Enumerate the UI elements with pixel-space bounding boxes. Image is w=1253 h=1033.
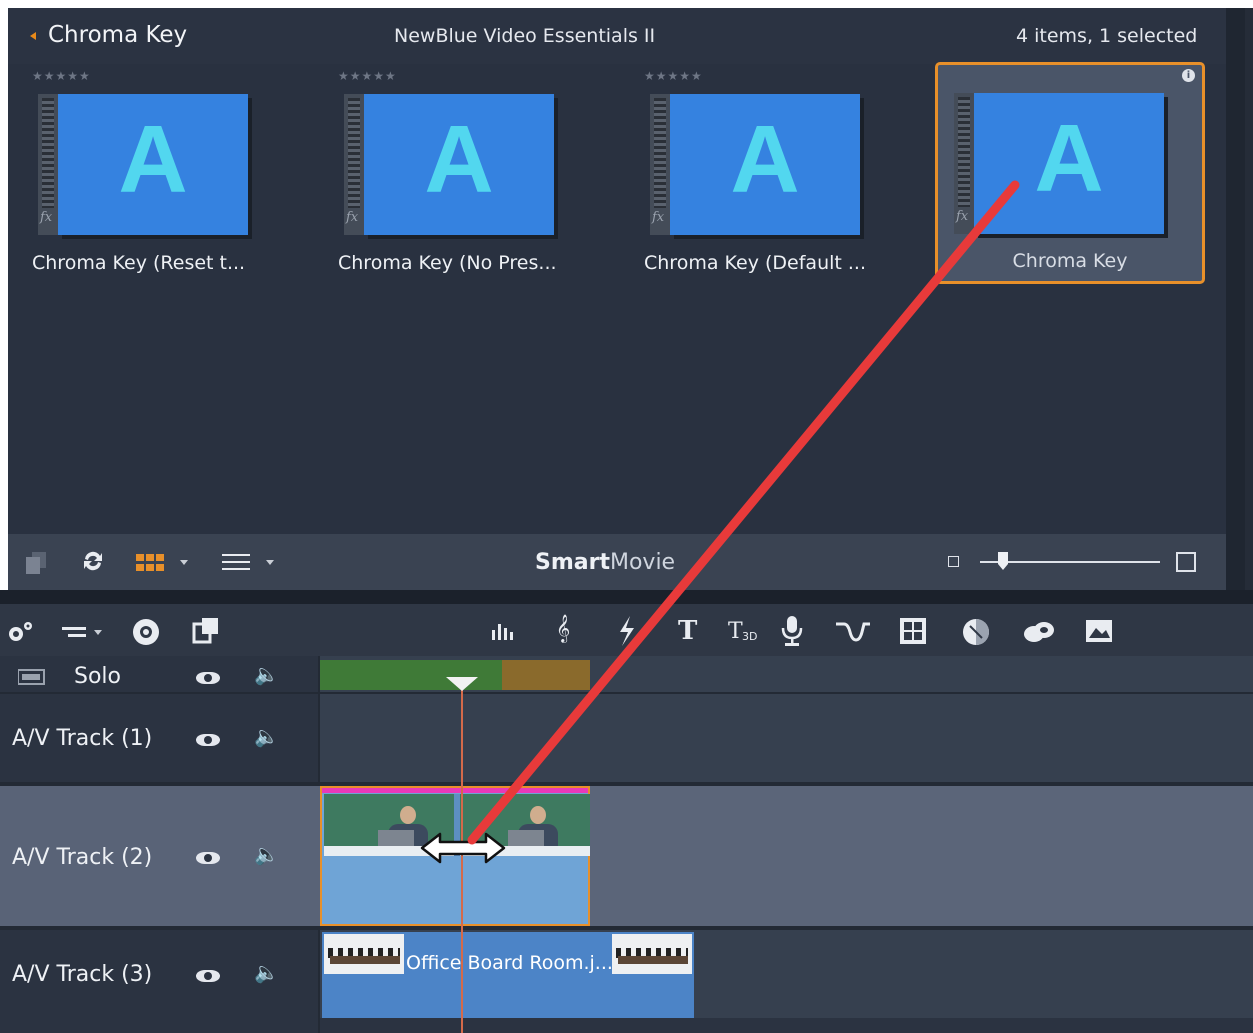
filmstrip-icon: fx	[954, 93, 974, 234]
sync-icon[interactable]	[80, 548, 106, 574]
track-options-icon[interactable]	[62, 624, 102, 640]
overlay-icon[interactable]	[192, 616, 220, 644]
library-title[interactable]: Chroma Key	[48, 22, 187, 48]
fx-icon: fx	[956, 209, 969, 224]
library-item[interactable]: ★★★★★ fx A Chroma Key (No Pres...	[316, 64, 586, 286]
library-item-selected[interactable]: i fx A Chroma Key	[935, 62, 1205, 284]
timeline-toolbar: 𝄞 T T 3D	[0, 604, 1253, 656]
svg-text:3D: 3D	[742, 630, 757, 643]
clip-thumbnail	[612, 934, 692, 974]
fx-icon: fx	[652, 210, 665, 225]
smartmovie-light: Movie	[609, 550, 676, 575]
grid-view-icon[interactable]	[136, 554, 166, 572]
effect-thumbnail: A	[670, 94, 860, 235]
playhead-marker[interactable]	[446, 677, 478, 691]
library-item[interactable]: ★★★★★ fx A Chroma Key (Reset t...	[10, 64, 280, 286]
list-view-icon[interactable]	[222, 552, 250, 572]
effect-thumbnail: A	[58, 94, 248, 235]
zoom-small-icon[interactable]	[948, 556, 959, 567]
zoom-large-icon[interactable]	[1176, 552, 1196, 572]
effect-thumbnail: A	[974, 93, 1164, 234]
eye-icon[interactable]	[196, 852, 220, 864]
music-icon[interactable]: 𝄞	[556, 614, 570, 642]
library-header: Chroma Key NewBlue Video Essentials II 4…	[8, 8, 1226, 64]
settings-icon[interactable]	[6, 620, 34, 644]
thumbnail-letter: A	[424, 106, 494, 213]
resize-cursor-icon	[420, 830, 506, 866]
split-icon[interactable]	[616, 616, 638, 646]
audio-levels-icon[interactable]	[490, 622, 520, 640]
library-toolbar: SmartMovie	[8, 534, 1226, 590]
library-item-label: Chroma Key (Reset t...	[32, 252, 246, 274]
speaker-icon[interactable]: 🔈	[254, 724, 279, 748]
fx-icon: fx	[346, 210, 359, 225]
panel-divider[interactable]	[0, 590, 1253, 604]
image-clip[interactable]: Office Board Room.j...	[322, 932, 694, 1018]
track-label[interactable]: A/V Track (3)	[12, 962, 152, 987]
rating-stars[interactable]: ★★★★★	[32, 69, 91, 83]
library-item-label: Chroma Key (Default ...	[644, 252, 866, 274]
microphone-icon[interactable]	[780, 616, 804, 646]
record-icon[interactable]	[132, 618, 160, 646]
speaker-icon[interactable]: 🔈	[254, 662, 279, 686]
thumbnail-letter: A	[118, 106, 188, 213]
transition-icon[interactable]	[836, 622, 870, 642]
library-scrollbar[interactable]	[1226, 8, 1245, 602]
image-icon[interactable]	[1086, 618, 1114, 644]
collapse-arrow-icon[interactable]	[30, 32, 36, 40]
eye-icon[interactable]	[196, 734, 220, 746]
library-item-label: Chroma Key	[1012, 250, 1128, 272]
duplicate-icon[interactable]	[26, 552, 46, 574]
panel-edge	[1245, 8, 1253, 602]
track-bottom	[0, 1018, 1253, 1033]
track-label[interactable]: A/V Track (2)	[12, 845, 152, 870]
chevron-down-icon[interactable]	[180, 560, 188, 565]
clip-label: Office Board Room.j...	[406, 952, 613, 974]
svg-text:T: T	[728, 619, 743, 644]
track-separator	[0, 692, 1253, 694]
thumbnail-letter: A	[730, 106, 800, 213]
filmstrip-icon: fx	[344, 94, 364, 235]
speaker-icon[interactable]: 🔈	[254, 960, 279, 984]
library-panel: Chroma Key NewBlue Video Essentials II 4…	[8, 8, 1226, 590]
track-label[interactable]: A/V Track (1)	[12, 726, 152, 751]
eye-icon[interactable]	[196, 672, 220, 684]
track-separator	[0, 926, 1253, 930]
zoom-slider-handle[interactable]	[998, 552, 1008, 570]
info-icon[interactable]: i	[1182, 69, 1195, 82]
clip-effect-bar	[322, 788, 588, 793]
filmstrip-icon: fx	[650, 94, 670, 235]
title-alt-icon[interactable]: T 3D	[728, 618, 762, 644]
clip-thumbnail	[324, 934, 404, 974]
library-item-count: 4 items, 1 selected	[1016, 25, 1198, 47]
timeline-ruler-range[interactable]	[502, 660, 590, 690]
speaker-icon[interactable]: 🔈	[254, 842, 279, 866]
rating-stars[interactable]: ★★★★★	[644, 69, 703, 83]
library-category: NewBlue Video Essentials II	[394, 25, 656, 47]
effect-thumbnail: A	[364, 94, 554, 235]
title-icon[interactable]: T	[678, 616, 697, 646]
library-item[interactable]: ★★★★★ fx A Chroma Key (Default ...	[622, 64, 892, 286]
effects-icon[interactable]	[1022, 620, 1056, 644]
rating-stars[interactable]: ★★★★★	[338, 69, 397, 83]
thumbnail-letter: A	[1034, 105, 1104, 212]
smartmovie-button[interactable]: SmartMovie	[535, 550, 675, 575]
fx-icon: fx	[40, 210, 53, 225]
filmstrip-icon: fx	[38, 94, 58, 235]
smartmovie-bold: Smart	[535, 550, 610, 575]
track-list-icon[interactable]	[17, 668, 46, 686]
layout-icon[interactable]	[900, 618, 926, 644]
solo-label[interactable]: Solo	[74, 664, 121, 689]
library-item-label: Chroma Key (No Pres...	[338, 252, 557, 274]
color-icon[interactable]	[962, 618, 990, 646]
chevron-down-icon[interactable]	[266, 560, 274, 565]
eye-icon[interactable]	[196, 970, 220, 982]
